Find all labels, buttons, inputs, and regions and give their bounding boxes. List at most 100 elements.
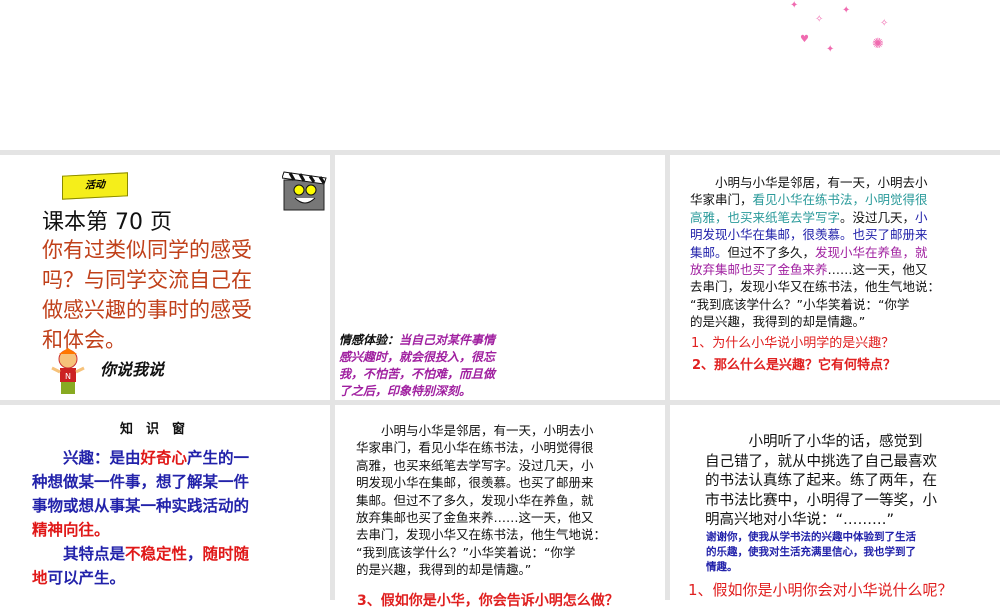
text-line: 高雅，也买来纸笔去学写字。没过几天，小 xyxy=(356,455,594,474)
text-segment: 小明听了小华的话，感觉到 xyxy=(705,434,923,450)
text-segment: 可以产生。 xyxy=(47,569,126,587)
text-line: 市书法比赛中，小明得了一等奖，小 xyxy=(705,489,937,510)
text-line: 地可以产生。 xyxy=(32,566,125,588)
knowledge-window-heading: 知 识 窗 xyxy=(120,422,186,437)
svg-text:N: N xyxy=(65,372,71,381)
text-line: 吗？与同学交流自己在 xyxy=(42,268,252,292)
sparkle-icon: ✦ xyxy=(842,5,851,16)
text-segment: 去串门，发现小华又在练书法，他生气地说： xyxy=(356,527,607,543)
text-line: 放弃集邮也买了金鱼来养……这一天，他又 xyxy=(356,507,594,526)
text-line: 自己错了，就从中挑选了自己最喜欢 xyxy=(705,450,937,471)
text-line: “我到底该学什么？”小华笑着说：“你学 xyxy=(690,294,909,313)
text-line: 了之后，印象特别深刻。 xyxy=(339,382,471,399)
text-segment: 的是兴趣，我得到的却是情趣。” xyxy=(690,314,866,330)
slide-header-area: ✦ ✧ ✦ ♥ ✺ ✧ ✦ xyxy=(0,0,1000,150)
question-2: 2、那么什么是兴趣？它有何特点？ xyxy=(692,358,897,373)
text-segment: 去串门，发现小华又在练书法，他生气地说： xyxy=(690,279,941,295)
sparkle-icon: ✧ xyxy=(880,18,889,29)
text-line: “我到底该学什么？”小华笑着说：“你学 xyxy=(356,542,575,561)
text-segment: 好奇心 xyxy=(140,449,188,467)
text-line: 集邮。但过不了多久，发现小华在养鱼，就 xyxy=(690,242,928,261)
text-segment: 明发现小华在集邮，很羡慕。也买了邮册来 xyxy=(690,227,928,243)
text-line: 情趣。 xyxy=(706,561,738,573)
text-segment: 其特点是 xyxy=(32,545,126,563)
text-line: 小明与小华是邻居，有一天，小明去小 xyxy=(690,172,928,191)
text-line: 做感兴趣的事时的感受 xyxy=(42,298,252,322)
text-line: 去串门，发现小华又在练书法，他生气地说： xyxy=(356,524,606,543)
text-segment: 事物或想从事某一种实践活动的 xyxy=(32,497,250,515)
clapperboard-icon xyxy=(281,168,328,212)
text-segment: 随时随 xyxy=(202,545,250,563)
text-line: 去串门，发现小华又在练书法，他生气地说： xyxy=(690,276,940,295)
text-line: 你有过类似同学的感受 xyxy=(42,238,252,262)
text-segment: ， xyxy=(187,545,203,563)
text-line: 事物或想从事某一种实践活动的 xyxy=(32,494,249,516)
text-segment: 情感体验： xyxy=(339,333,400,347)
activity-banner: 活动 xyxy=(62,172,128,200)
text-segment: 高雅，也买来纸笔去学写字。没过几天，小 xyxy=(356,457,594,473)
sparkle-icon: ✦ xyxy=(790,0,799,11)
text-segment: “我到底该学什么？”小华笑着说：“你学 xyxy=(690,296,910,312)
text-segment: 的书法认真练了起来。练了两年，在 xyxy=(705,473,937,489)
text-segment: 了之后，印象特别深刻。 xyxy=(339,384,472,398)
text-line: 谢谢你，使我从学书法的兴趣中体验到了生活 xyxy=(706,531,916,543)
text-line: 集邮。但过不了多久，发现小华在养鱼，就 xyxy=(356,490,594,509)
text-segment: 放弃集邮也买了金鱼来养 xyxy=(690,262,828,277)
text-line: 明发现小华在集邮，很羡慕。也买了邮册来 xyxy=(690,224,928,243)
text-line: 情感体验：当自己对某件事情 xyxy=(339,331,495,348)
text-line: 小明听了小华的话，感觉到 xyxy=(705,430,923,451)
you-say-i-say-caption: 你说我说 xyxy=(100,360,165,379)
question-final: 1、假如你是小明你会对小华说什么呢？ xyxy=(688,581,953,599)
text-segment: 。没过几天， xyxy=(840,209,916,225)
text-line: 我，不怕苦，不怕难，而且做 xyxy=(339,365,495,382)
text-segment: “我到底该学什么？”小华笑着说：“你学 xyxy=(356,544,576,560)
text-segment: 小 xyxy=(915,209,928,225)
cartoon-boy-icon: N xyxy=(50,348,86,396)
text-segment: 当自己对某件事情 xyxy=(399,333,496,347)
text-segment: 的是兴趣，我得到的却是情趣。” xyxy=(356,562,532,578)
text-segment: 市书法比赛中，小明得了一等奖，小 xyxy=(705,492,937,509)
sparkle-icon: ✧ xyxy=(815,14,824,25)
text-segment: 感兴趣时，就会很投入，很忘 xyxy=(339,350,496,364)
text-line: 放弃集邮也买了金鱼来养……这一天，他又 xyxy=(690,259,928,278)
text-segment: 小明与小华是邻居，有一天，小明去小 xyxy=(356,423,594,438)
sparkle-icon: ♥ xyxy=(800,34,809,45)
text-segment: 发现小华在养鱼，就 xyxy=(815,244,928,260)
text-line: 华家串门，看见小华在练书法，小明觉得很 xyxy=(690,189,928,208)
textbook-page-title: 课本第 70 页 xyxy=(42,210,172,235)
text-segment: 不稳定性 xyxy=(125,545,188,563)
text-segment: 明高兴地对小华说：“………” xyxy=(705,512,895,528)
text-segment: 高雅，也买来纸笔去学写字 xyxy=(690,209,841,225)
text-segment: 兴趣：是由 xyxy=(32,449,141,467)
text-line: 种想做某一件事，想了解某一件 xyxy=(32,470,249,492)
text-line: 明发现小华在集邮，很羡慕。也买了邮册来 xyxy=(356,472,594,491)
text-segment: 自己错了，就从中挑选了自己最喜欢 xyxy=(705,453,937,470)
text-line: 明高兴地对小华说：“………” xyxy=(705,508,894,529)
text-line: 的书法认真练了起来。练了两年，在 xyxy=(705,469,937,490)
text-segment: 集邮。 xyxy=(690,244,728,260)
text-line: 高雅，也买来纸笔去学写字。没过几天，小 xyxy=(690,207,928,226)
text-line: 感兴趣时，就会很投入，很忘 xyxy=(339,348,495,365)
text-segment: 但过不了多久， xyxy=(727,244,816,260)
text-segment: 精神向往。 xyxy=(32,521,110,539)
text-segment: 地 xyxy=(32,569,48,587)
text-line: 其特点是不稳定性，随时随 xyxy=(32,542,249,564)
sparkle-icon: ✦ xyxy=(826,44,835,55)
question-3: 3、假如你是小华，你会告诉小明怎么做？ xyxy=(357,593,619,609)
question-1: 1、为什么小华说小明学的是兴趣？ xyxy=(691,336,895,351)
text-line: 兴趣：是由好奇心产生的一 xyxy=(32,446,249,468)
text-line: 华家串门，看见小华在练书法，小明觉得很 xyxy=(356,437,594,456)
text-segment: 看见小华在练书法，小明觉得很 xyxy=(752,192,928,208)
text-line: 的是兴趣，我得到的却是情趣。” xyxy=(356,559,531,578)
text-segment: 明发现小华在集邮，很羡慕。也买了邮册来 xyxy=(356,475,594,491)
text-segment: 集邮。但过不了多久，发现小华在养鱼，就 xyxy=(356,492,594,508)
text-segment: 华家串门，看见小华在练书法，小明觉得很 xyxy=(356,440,594,456)
text-segment: 产生的一 xyxy=(187,449,250,467)
sparkle-icon: ✺ xyxy=(872,36,884,52)
text-line: 的是兴趣，我得到的却是情趣。” xyxy=(690,311,865,330)
text-line: 的乐趣，使我对生活充满里信心，我也学到了 xyxy=(706,546,916,558)
text-line: 小明与小华是邻居，有一天，小明去小 xyxy=(356,420,594,439)
text-segment: ……这一天，他又 xyxy=(827,262,928,277)
text-segment: 我，不怕苦，不怕难，而且做 xyxy=(339,367,496,381)
text-segment: 种想做某一件事，想了解某一件 xyxy=(32,473,250,491)
